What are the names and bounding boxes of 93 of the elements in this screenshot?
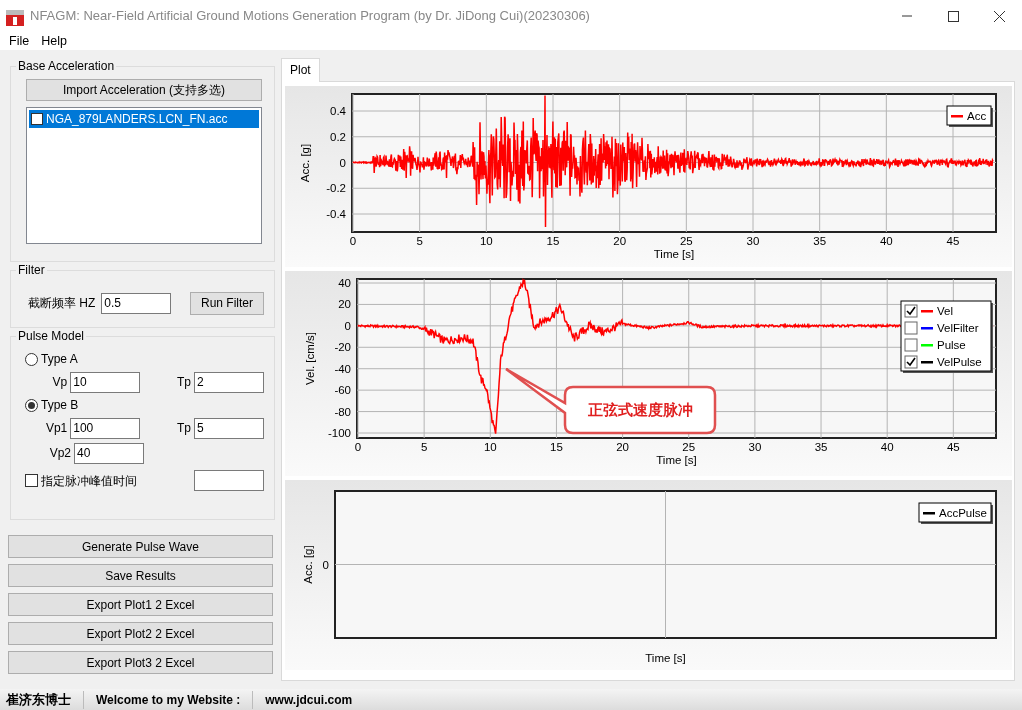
checkbox[interactable]: [25, 474, 38, 487]
value-field[interactable]: 5: [194, 417, 264, 439]
value-field[interactable]: 2: [194, 371, 264, 393]
legend-box: [946, 105, 992, 126]
field-label: Tp: [176, 374, 191, 391]
field-label: Vp1: [44, 420, 68, 437]
x-tick-label: 40: [880, 441, 894, 453]
import-button[interactable]: Import Acceleration (支持多选): [26, 79, 262, 101]
checkbox[interactable]: [31, 113, 43, 125]
x-tick-label: 40: [879, 235, 893, 247]
field-label: 截断频率 HZ: [28, 295, 96, 312]
y-tick-label: 0: [344, 319, 351, 332]
value-field[interactable]: 100: [70, 417, 141, 439]
x-tick-label: 25: [682, 441, 696, 453]
legend-label: VelFilter: [937, 322, 979, 334]
x-axis-label: Time [s]: [656, 454, 697, 466]
legend-label: Acc: [967, 110, 987, 122]
value-field[interactable]: 40: [74, 442, 144, 464]
status-text: Welcome to my Website :: [96, 691, 241, 709]
radio-button[interactable]: [25, 398, 38, 412]
x-tick-label: 45: [946, 441, 960, 453]
x-axis-label: Time [s]: [645, 652, 686, 664]
x-tick-label: 20: [616, 441, 629, 453]
y-tick-label: 0.2: [330, 130, 346, 143]
action-button[interactable]: Export Plot1 2 Excel: [8, 593, 273, 616]
window-title: NFAGM: Near-Field Artificial Ground Motions Generation Program (by Dr. JiDong Cui)(20230306): [30, 7, 591, 26]
x-tick-label: 15: [550, 441, 563, 453]
tab[interactable]: Plot: [281, 58, 320, 82]
checkbox-label[interactable]: 指定脉冲峰值时间: [41, 471, 137, 490]
legend-checkbox[interactable]: [904, 321, 918, 335]
x-tick-label: 20: [613, 235, 627, 247]
x-tick-label: 15: [546, 235, 560, 247]
y-tick-label: -60: [334, 384, 351, 397]
status-text: www.jdcui.com: [265, 691, 353, 709]
y-tick-label: -20: [334, 341, 351, 354]
menu-item[interactable]: File: [3, 32, 36, 50]
legend-label: VelPulse: [937, 356, 982, 368]
y-tick-label: -0.4: [326, 208, 346, 220]
legend-checkbox[interactable]: [904, 338, 918, 352]
x-tick-label: 10: [483, 441, 497, 453]
y-tick-label: -0.2: [326, 182, 346, 195]
radio-button[interactable]: [25, 352, 38, 366]
x-tick-label: 10: [479, 235, 493, 247]
status-text: 崔济东博士: [6, 690, 71, 709]
y-tick-label: 20: [338, 298, 351, 311]
y-tick-label: -80: [334, 405, 351, 418]
x-tick-label: 0: [349, 235, 357, 247]
maximize-icon: [947, 10, 959, 22]
cutoff-field[interactable]: 0.5: [101, 292, 172, 314]
peak-time-field[interactable]: [194, 470, 264, 491]
legend-label: AccPulse: [939, 507, 987, 519]
group-title: Filter: [16, 263, 47, 277]
x-tick-label: 25: [679, 235, 693, 247]
file-list-item[interactable]: NGA_879LANDERS.LCN_FN.acc: [29, 110, 259, 128]
callout-text: 正弦式速度脉冲: [587, 401, 693, 418]
group-title: Base Acceleration: [16, 59, 117, 73]
y-tick-label: -100: [327, 427, 351, 439]
y-axis-label: Acc. [g]: [299, 143, 311, 183]
action-button[interactable]: Export Plot2 2 Excel: [8, 622, 273, 645]
radio-label[interactable]: Type A: [41, 350, 78, 368]
y-tick-label: 0.4: [330, 105, 346, 117]
action-button[interactable]: Export Plot3 2 Excel: [8, 651, 273, 674]
x-tick-label: 35: [814, 441, 828, 453]
y-tick-label: 0: [339, 156, 346, 169]
action-button[interactable]: Save Results: [8, 564, 273, 587]
value-field[interactable]: 10: [70, 371, 141, 393]
x-tick-label: 35: [813, 235, 827, 247]
x-tick-label: 5: [420, 441, 428, 453]
action-button[interactable]: Generate Pulse Wave: [8, 535, 273, 558]
y-axis-label: Vel. [cm/s]: [304, 332, 316, 385]
app-icon: [6, 8, 24, 24]
x-tick-label: 30: [748, 441, 762, 453]
y-axis-label: Acc. [g]: [302, 545, 314, 584]
x-axis-label: Time [s]: [653, 248, 695, 260]
legend-label: Pulse: [937, 339, 966, 351]
x-tick-label: 45: [946, 235, 960, 247]
legend-checkbox[interactable]: [904, 355, 918, 369]
close-icon: [993, 10, 1005, 22]
group-title: Pulse Model: [16, 329, 87, 343]
field-label: Vp2: [48, 445, 71, 462]
y-tick-label: -40: [334, 362, 351, 375]
x-tick-label: 30: [746, 235, 760, 247]
x-tick-label: 5: [416, 235, 423, 247]
menu-item[interactable]: Help: [35, 32, 73, 50]
run-filter-button[interactable]: Run Filter: [190, 291, 264, 315]
radio-label[interactable]: Type B: [41, 396, 79, 414]
field-label: Vp: [51, 374, 68, 391]
legend-checkbox[interactable]: [904, 304, 918, 318]
y-tick-label: 40: [338, 277, 351, 289]
legend-label: Vel: [937, 305, 953, 317]
x-tick-label: 0: [354, 441, 362, 453]
y-tick-label: 0: [322, 558, 329, 571]
field-label: Tp: [176, 420, 191, 437]
